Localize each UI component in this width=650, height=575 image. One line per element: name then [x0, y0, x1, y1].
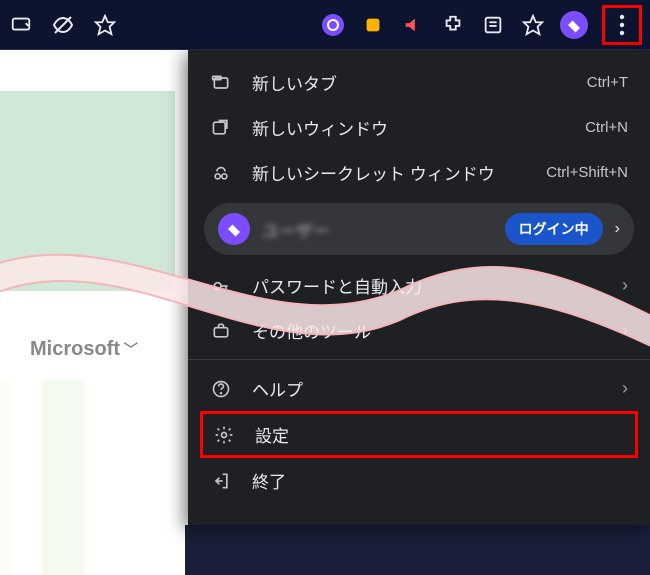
menu-shortcut: Ctrl+N: [585, 119, 628, 136]
menu-label: ヘルプ: [252, 376, 602, 401]
microsoft-label: Microsoft ﹀: [30, 338, 138, 361]
chrome-main-menu: 新しいタブ Ctrl+T 新しいウィンドウ Ctrl+N 新しいシークレット ウ…: [188, 50, 650, 525]
cast-icon[interactable]: [8, 12, 34, 38]
exit-icon: [210, 470, 232, 492]
profile-avatar-icon: [218, 213, 250, 245]
profile-name: ユーザー: [262, 217, 493, 242]
settings-highlight: 設定: [200, 411, 638, 458]
incognito-icon: [210, 162, 232, 184]
briefcase-icon: [210, 320, 232, 342]
reading-list-icon[interactable]: [480, 12, 506, 38]
chevron-right-icon: ›: [622, 378, 628, 399]
menu-label: その他のツール: [252, 318, 602, 343]
chevron-right-icon: ›: [622, 275, 628, 296]
browser-toolbar: [0, 0, 650, 50]
menu-item-new-tab[interactable]: 新しいタブ Ctrl+T: [188, 60, 650, 105]
menu-item-help[interactable]: ヘルプ ›: [188, 366, 650, 411]
menu-label: 新しいタブ: [252, 70, 567, 95]
menu-profile-row[interactable]: ユーザー ログイン中 ›: [204, 203, 634, 255]
menu-item-settings[interactable]: 設定: [203, 414, 635, 455]
menu-label: 新しいウィンドウ: [252, 115, 565, 140]
extension-circle-icon[interactable]: [320, 12, 346, 38]
extension-megaphone-icon[interactable]: [400, 12, 426, 38]
bookmark-star-icon[interactable]: [520, 12, 546, 38]
menu-shortcut: Ctrl+T: [587, 74, 628, 91]
extensions-icon[interactable]: [440, 12, 466, 38]
menu-item-new-window[interactable]: 新しいウィンドウ Ctrl+N: [188, 105, 650, 150]
menu-item-exit[interactable]: 終了: [188, 458, 650, 503]
profile-avatar-toolbar[interactable]: [560, 11, 588, 39]
help-icon: [210, 378, 232, 400]
menu-label: 終了: [252, 468, 628, 493]
chevron-right-icon: ›: [615, 220, 620, 238]
visibility-off-icon[interactable]: [50, 12, 76, 38]
menu-item-passwords[interactable]: パスワードと自動入力 ›: [188, 263, 650, 308]
new-window-icon: [210, 117, 232, 139]
page-sidebar-block: [0, 91, 175, 291]
menu-divider: [188, 359, 650, 360]
chevron-right-icon: ›: [622, 320, 628, 341]
menu-label: 設定: [255, 422, 625, 447]
extension-lightbulb-icon[interactable]: [360, 12, 386, 38]
page-lower-block: [0, 380, 185, 575]
menu-label: パスワードと自動入力: [252, 273, 602, 298]
menu-item-more-tools[interactable]: その他のツール ›: [188, 308, 650, 353]
menu-shortcut: Ctrl+Shift+N: [546, 164, 628, 181]
new-tab-icon: [210, 72, 232, 94]
menu-label: 新しいシークレット ウィンドウ: [252, 160, 526, 185]
star-icon[interactable]: [92, 12, 118, 38]
key-icon: [210, 275, 232, 297]
kebab-menu-highlight: [602, 5, 642, 45]
login-status-badge: ログイン中: [505, 213, 603, 245]
gear-icon: [213, 424, 235, 446]
kebab-menu-button[interactable]: [609, 12, 635, 38]
menu-item-new-incognito[interactable]: 新しいシークレット ウィンドウ Ctrl+Shift+N: [188, 150, 650, 195]
